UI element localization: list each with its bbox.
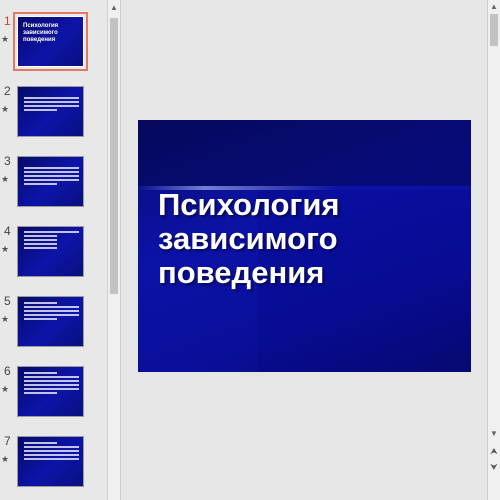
slide-thumbnail-6[interactable]: 6 ★ xyxy=(0,364,107,430)
animation-star-icon: ★ xyxy=(1,174,10,184)
slide-thumbnail-3[interactable]: 3 ★ xyxy=(0,154,107,220)
slide-number: 5 xyxy=(4,294,11,308)
animation-star-icon: ★ xyxy=(1,384,10,394)
slide-preview-text-lines xyxy=(24,302,79,322)
slide-number: 6 xyxy=(4,364,11,378)
scrollbar-thumb[interactable] xyxy=(490,14,498,46)
slide-preview[interactable] xyxy=(17,366,84,417)
slide-preview[interactable] xyxy=(17,226,84,277)
slide-thumbnail-2[interactable]: 2 ★ xyxy=(0,84,107,150)
animation-star-icon: ★ xyxy=(1,314,10,324)
slide-title[interactable]: Психология зависимого поведения xyxy=(158,188,458,290)
slide-preview-text-lines xyxy=(24,167,79,187)
slide-number: 7 xyxy=(4,434,11,448)
slide-preview[interactable] xyxy=(17,86,84,137)
animation-star-icon: ★ xyxy=(1,244,10,254)
scroll-up-icon[interactable]: ▲ xyxy=(108,2,120,14)
slide-preview-title: Психология зависимого поведения xyxy=(23,23,59,43)
slide-preview-text-lines xyxy=(24,231,79,251)
slide-preview[interactable]: Психология зависимого поведения xyxy=(13,12,88,71)
slide-thumbnail-pane[interactable]: 1 ★ Психология зависимого поведения 2 ★ … xyxy=(0,0,107,500)
slide-thumbnail-5[interactable]: 5 ★ xyxy=(0,294,107,360)
slide-preview-text-lines xyxy=(24,97,79,113)
next-slide-icon[interactable]: ⮟ xyxy=(488,462,500,472)
animation-star-icon: ★ xyxy=(1,104,10,114)
animation-star-icon: ★ xyxy=(1,34,10,44)
animation-star-icon: ★ xyxy=(1,454,10,464)
slide-preview[interactable] xyxy=(17,296,84,347)
slide-number: 4 xyxy=(4,224,11,238)
scroll-down-icon[interactable]: ▼ xyxy=(488,428,500,440)
slide-number: 1 xyxy=(4,14,11,28)
slide-editor[interactable]: Психология зависимого поведения xyxy=(121,0,487,500)
scrollbar-thumb[interactable] xyxy=(110,18,118,294)
slide-preview-text-lines xyxy=(24,442,79,462)
thumbnail-scrollbar[interactable]: ▲ xyxy=(107,0,121,500)
header-band xyxy=(138,120,471,186)
editor-scrollbar[interactable]: ▲ ▼ ⮝ ⮟ xyxy=(487,0,500,500)
current-slide[interactable]: Психология зависимого поведения xyxy=(138,120,471,372)
previous-slide-icon[interactable]: ⮝ xyxy=(488,446,500,456)
slide-thumbnail-7[interactable]: 7 ★ xyxy=(0,434,107,500)
slide-thumbnail-4[interactable]: 4 ★ xyxy=(0,224,107,290)
slide-preview[interactable] xyxy=(17,436,84,487)
slide-preview-text-lines xyxy=(24,372,79,396)
scroll-up-icon[interactable]: ▲ xyxy=(488,1,500,13)
slide-number: 2 xyxy=(4,84,11,98)
slide-number: 3 xyxy=(4,154,11,168)
slide-thumbnail-1[interactable]: 1 ★ Психология зависимого поведения xyxy=(0,12,107,80)
slide-preview[interactable] xyxy=(17,156,84,207)
